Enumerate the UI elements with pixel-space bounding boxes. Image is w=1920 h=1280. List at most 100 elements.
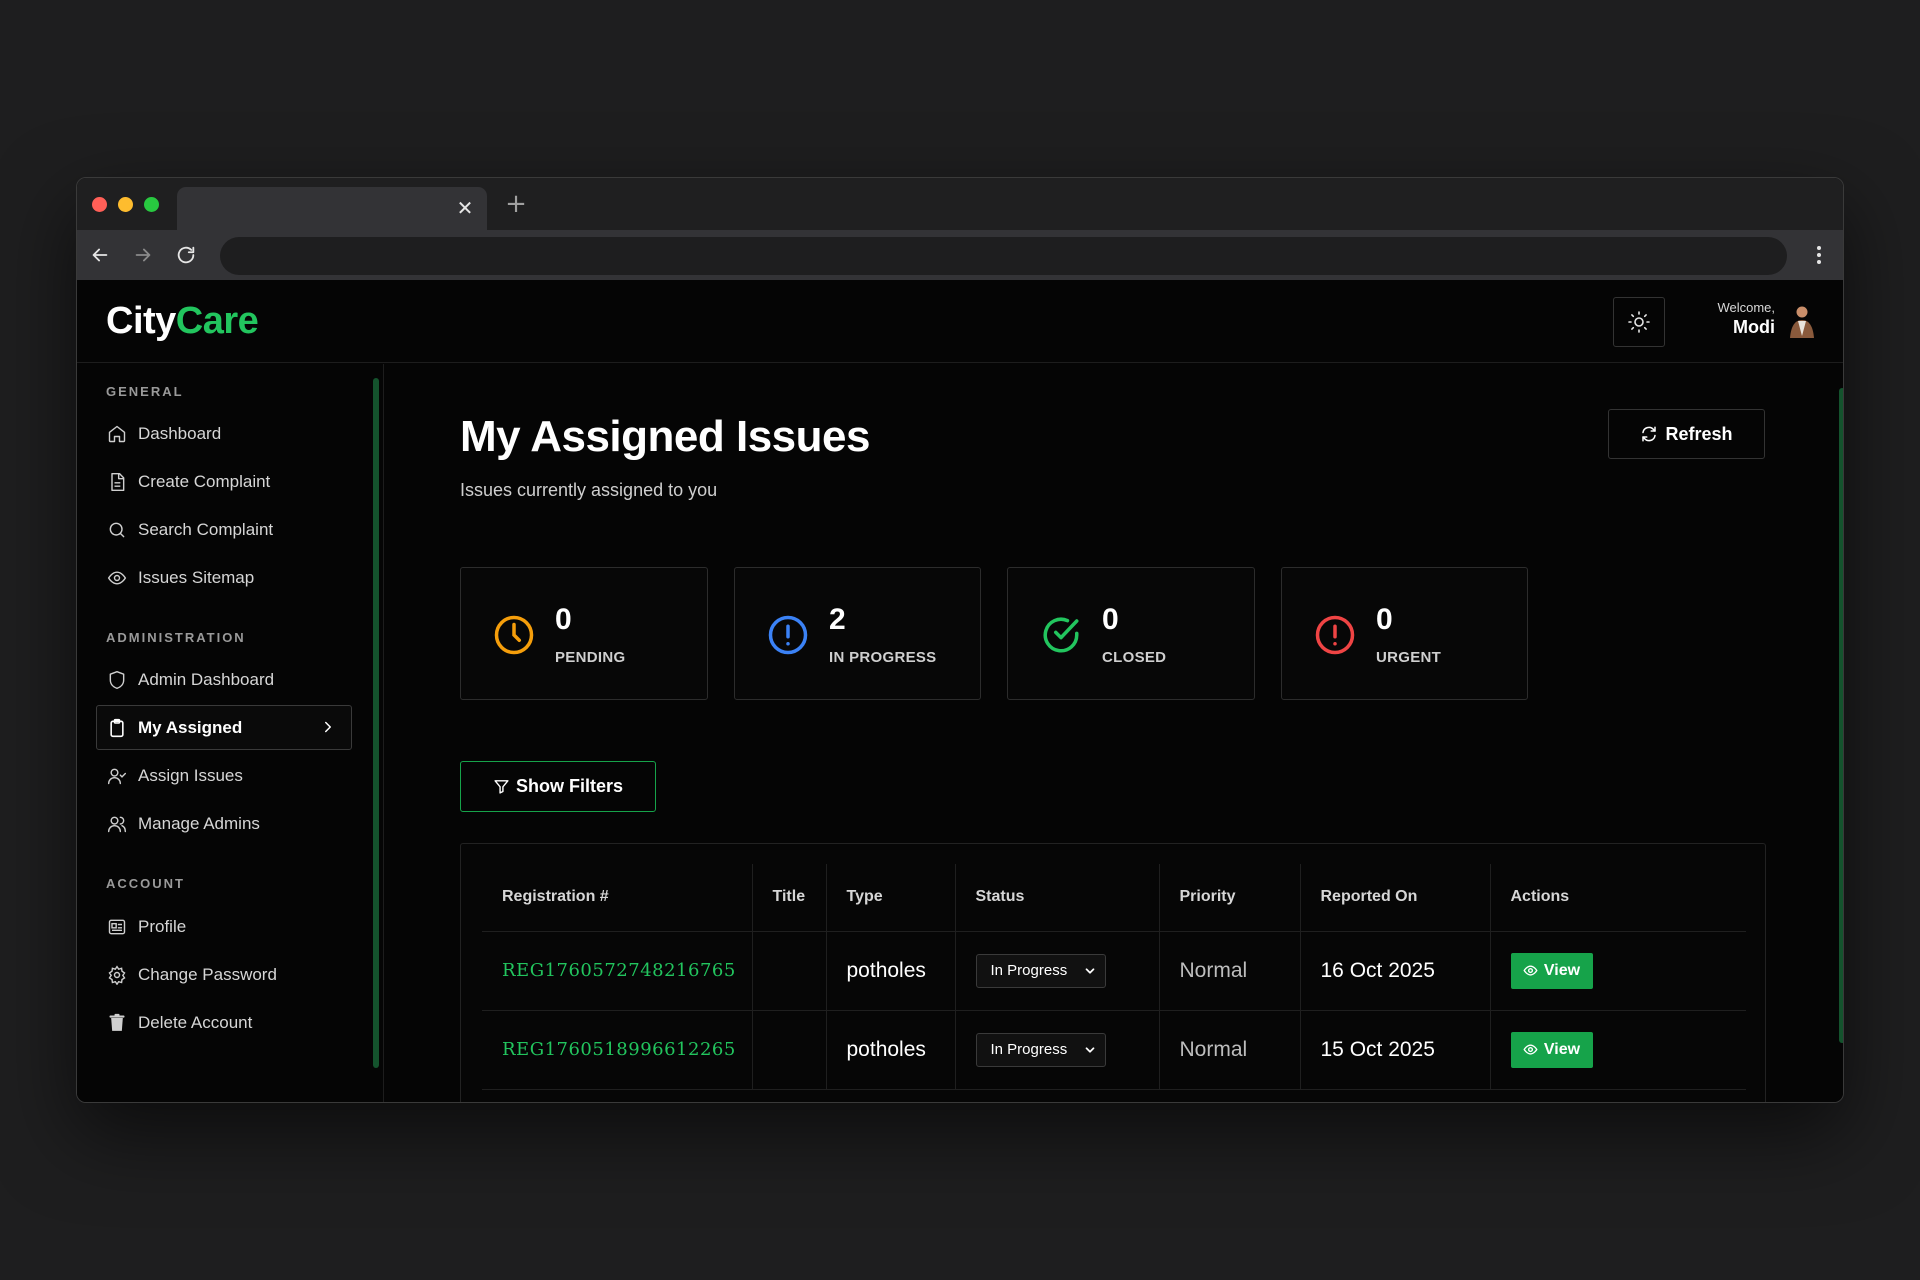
- back-button[interactable]: [87, 242, 113, 268]
- status-select[interactable]: In Progress: [975, 953, 1106, 988]
- sidebar-item-create-complaint[interactable]: Create Complaint: [96, 459, 352, 504]
- sun-icon: [1628, 311, 1650, 333]
- browser-window: ✕ + CityCare Welcome, Modi GENERAL Dashb…: [76, 177, 1844, 1103]
- stat-card-closed: 0 CLOSED: [1007, 567, 1255, 700]
- issue-date-cell: 16 Oct 2025: [1300, 931, 1491, 1011]
- sidebar-item-delete-account[interactable]: Delete Account: [96, 1000, 352, 1045]
- app-viewport: CityCare Welcome, Modi GENERAL Dashboard: [77, 280, 1843, 1102]
- stat-label: PENDING: [555, 649, 626, 666]
- sidebar-item-label: Search Complaint: [138, 519, 274, 539]
- sidebar-item-my-assigned[interactable]: My Assigned: [96, 705, 352, 750]
- sidebar-item-label: Issues Sitemap: [138, 567, 255, 587]
- issue-status-cell: In Progress: [955, 1010, 1160, 1090]
- issue-actions-cell: View: [1490, 931, 1746, 1011]
- address-bar[interactable]: [220, 237, 1787, 275]
- browser-toolbar: [77, 230, 1843, 280]
- status-select[interactable]: In Progress: [975, 1032, 1106, 1067]
- new-tab-button[interactable]: +: [504, 191, 528, 217]
- sidebar-item-search-complaint[interactable]: Search Complaint: [96, 507, 352, 552]
- sidebar-item-label: Admin Dashboard: [138, 669, 275, 689]
- main-scrollbar[interactable]: [1839, 388, 1843, 1043]
- issue-type-cell: potholes: [826, 931, 956, 1011]
- minimize-window-button[interactable]: [118, 197, 133, 212]
- eye-icon: [107, 570, 127, 585]
- stat-label: IN PROGRESS: [829, 649, 937, 666]
- chevron-down-icon: [1085, 1046, 1094, 1053]
- refresh-icon: [1642, 426, 1657, 442]
- sidebar-item-label: Change Password: [138, 964, 277, 984]
- sidebar-scrollbar[interactable]: [373, 378, 379, 1068]
- main-content: My Assigned Issues Issues currently assi…: [385, 364, 1843, 1102]
- refresh-button[interactable]: Refresh: [1608, 409, 1765, 459]
- status-select-value: In Progress: [990, 962, 1068, 979]
- view-button[interactable]: View: [1510, 952, 1593, 989]
- clipboard-icon: [110, 718, 124, 737]
- show-filters-button[interactable]: Show Filters: [460, 761, 656, 812]
- sidebar-item-label: Assign Issues: [138, 765, 243, 785]
- sidebar-item-profile[interactable]: Profile: [96, 904, 352, 949]
- table-header-row: Registration # Title Type Status Priorit…: [482, 864, 1746, 932]
- registration-link[interactable]: REG1760518996612265: [482, 1010, 753, 1090]
- table-row: REG1760518996612265 potholes In Progress…: [482, 1010, 1746, 1090]
- welcome-label: Welcome,: [1717, 300, 1775, 315]
- sidebar-item-label: Profile: [138, 916, 187, 936]
- sidebar-item-admin-dashboard[interactable]: Admin Dashboard: [96, 657, 352, 702]
- alert-circle-icon: [768, 615, 808, 655]
- sidebar-item-manage-admins[interactable]: Manage Admins: [96, 801, 352, 846]
- document-icon: [111, 472, 125, 491]
- column-header-status: Status: [955, 864, 1160, 932]
- sidebar-item-change-password[interactable]: Change Password: [96, 952, 352, 997]
- column-header-registration: Registration #: [482, 864, 753, 932]
- close-window-button[interactable]: [92, 197, 107, 212]
- eye-icon: [1523, 965, 1538, 976]
- reload-button[interactable]: [173, 242, 199, 268]
- tab-close-icon[interactable]: ✕: [455, 198, 475, 218]
- table-row: REG1760572748216765 potholes In Progress…: [482, 931, 1746, 1011]
- view-label: View: [1543, 1040, 1581, 1058]
- sidebar-section-account: ACCOUNT: [106, 876, 185, 891]
- sidebar-item-dashboard[interactable]: Dashboard: [96, 411, 352, 456]
- issue-title-cell: [752, 1010, 827, 1090]
- welcome-block: Welcome, Modi: [1677, 300, 1775, 338]
- column-header-actions: Actions: [1490, 864, 1746, 932]
- forward-button[interactable]: [130, 242, 156, 268]
- chevron-right-icon: [325, 721, 331, 733]
- arrow-left-icon: [92, 248, 108, 262]
- page-subtitle: Issues currently assigned to you: [460, 480, 718, 500]
- app-header: CityCare Welcome, Modi: [77, 280, 1843, 363]
- registration-link[interactable]: REG1760572748216765: [482, 931, 753, 1011]
- sidebar-item-issues-sitemap[interactable]: Issues Sitemap: [96, 555, 352, 600]
- sidebar-section-general: GENERAL: [106, 384, 184, 399]
- id-card-icon: [108, 919, 126, 934]
- citycare-logo[interactable]: CityCare: [106, 300, 259, 343]
- stat-value: 0: [1376, 603, 1393, 636]
- issue-priority-cell: Normal: [1159, 931, 1301, 1011]
- issue-date-cell: 15 Oct 2025: [1300, 1010, 1491, 1090]
- view-label: View: [1543, 961, 1581, 979]
- stat-label: URGENT: [1376, 649, 1442, 666]
- stat-card-pending: 0 PENDING: [460, 567, 708, 700]
- browser-tab[interactable]: ✕: [177, 187, 487, 230]
- sidebar-item-assign-issues[interactable]: Assign Issues: [96, 753, 352, 798]
- chevron-down-icon: [1085, 967, 1094, 974]
- status-select-value: In Progress: [990, 1041, 1068, 1058]
- view-button[interactable]: View: [1510, 1031, 1593, 1068]
- avatar[interactable]: [1783, 302, 1821, 340]
- check-circle-icon: [1043, 617, 1079, 653]
- clock-icon: [494, 615, 534, 655]
- issue-status-cell: In Progress: [955, 931, 1160, 1011]
- search-icon: [109, 522, 125, 537]
- reload-icon: [177, 246, 195, 264]
- stat-value: 0: [555, 603, 572, 636]
- sidebar-section-administration: ADMINISTRATION: [106, 630, 246, 645]
- users-icon: [107, 816, 127, 832]
- maximize-window-button[interactable]: [144, 197, 159, 212]
- stat-value: 2: [829, 603, 846, 636]
- tab-strip: ✕ +: [77, 178, 1843, 230]
- arrow-right-icon: [135, 248, 151, 262]
- browser-menu-icon[interactable]: [1809, 242, 1829, 268]
- shield-icon: [109, 670, 125, 689]
- column-header-reported-on: Reported On: [1300, 864, 1491, 932]
- sidebar-item-label: Create Complaint: [138, 471, 271, 491]
- theme-toggle-button[interactable]: [1613, 297, 1665, 347]
